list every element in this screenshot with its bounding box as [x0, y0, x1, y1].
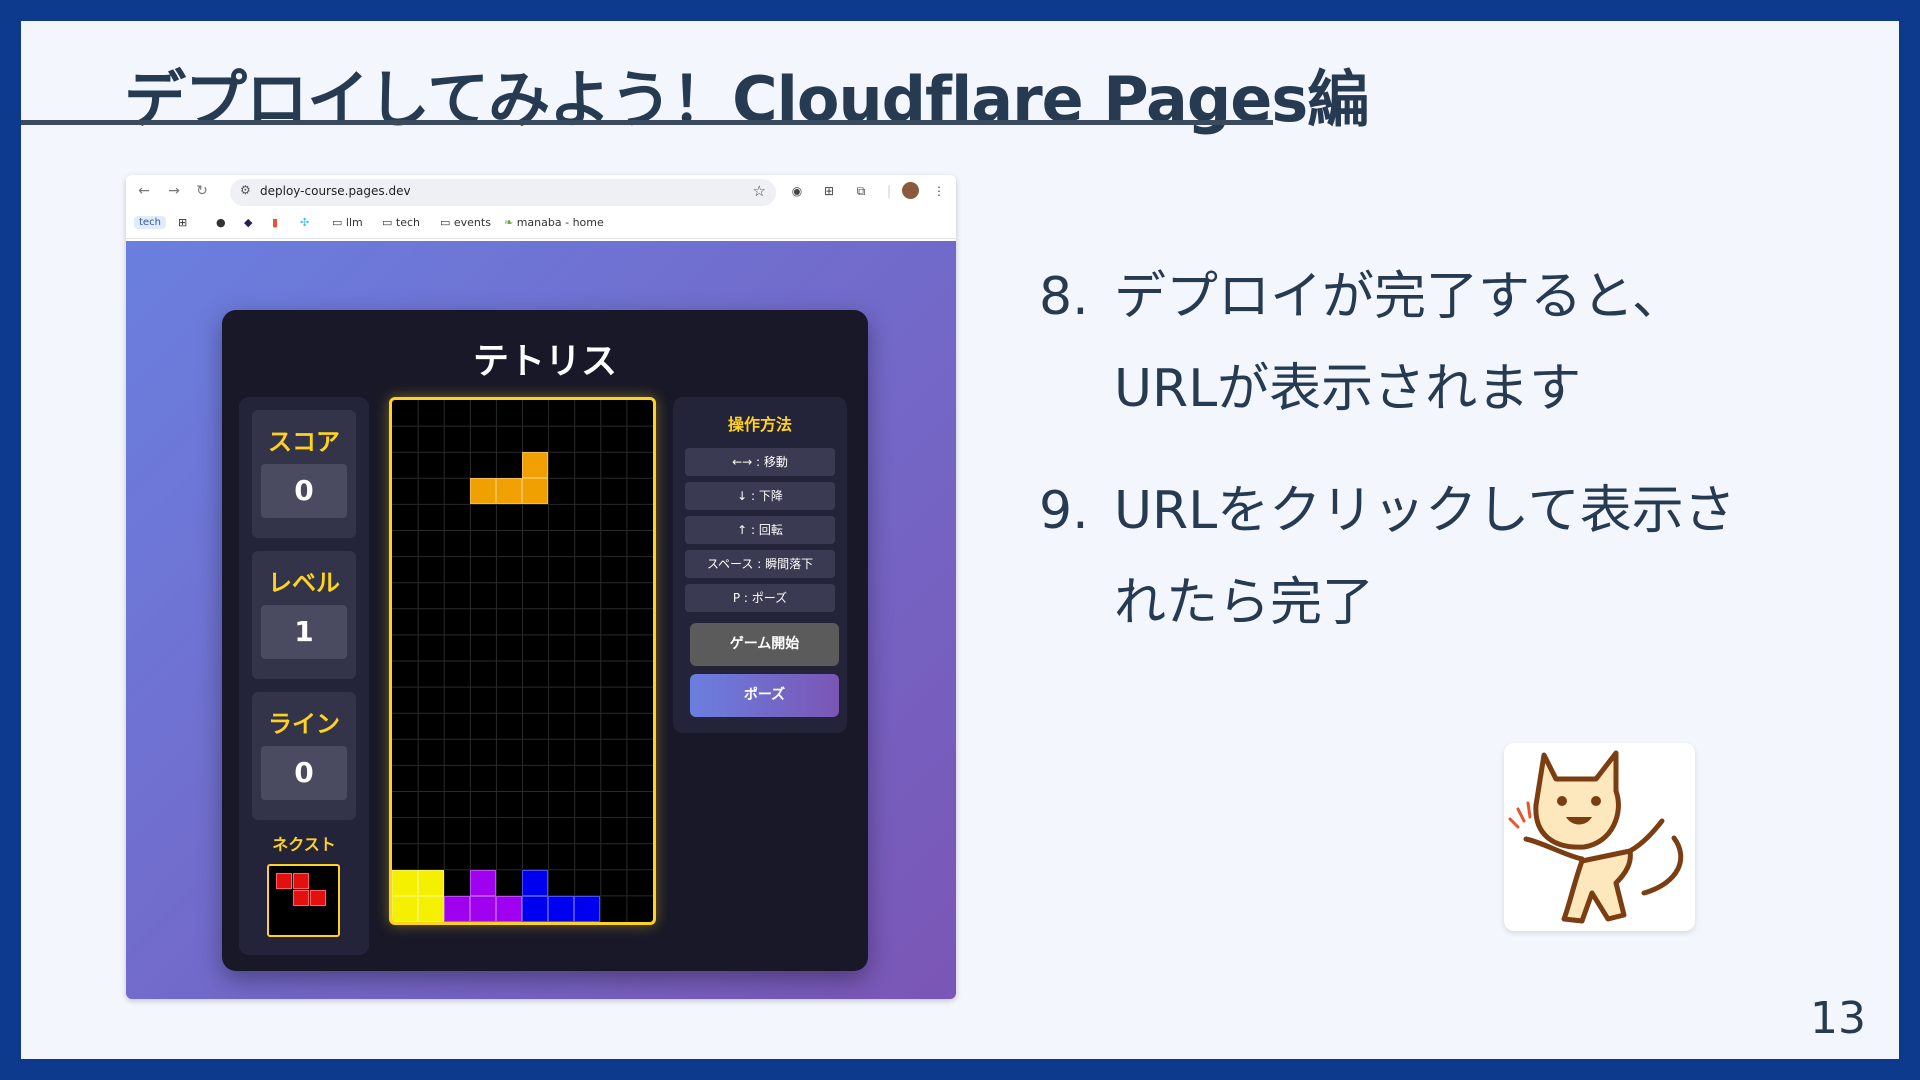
- slide-title: デプロイしてみよう！Cloudflare Pages編: [124, 63, 1369, 136]
- locked-block: [470, 870, 496, 896]
- bookmark-folder-events[interactable]: ▭ events: [440, 216, 491, 229]
- locked-block: [496, 896, 522, 922]
- control-pause: P : ポーズ: [685, 584, 835, 612]
- forward-icon[interactable]: →: [164, 181, 184, 201]
- slide: デプロイしてみよう！Cloudflare Pages編 ← → ↻ ⚙ depl…: [21, 21, 1899, 1059]
- locked-block: [418, 870, 444, 896]
- bookmarks-bar: tech ⊞ ● ◆ ▮ ✣ ▭ llm ▭ tech ▭ events ❧ m…: [126, 209, 956, 239]
- next-label: ネクスト: [272, 835, 336, 854]
- level-value: 1: [261, 605, 347, 659]
- step-text: URLをクリックして表示さ: [1114, 481, 1736, 541]
- bookmark-star-icon[interactable]: ☆: [753, 182, 766, 200]
- apps-grid-icon[interactable]: ⊞: [178, 216, 187, 229]
- locked-block: [522, 870, 548, 896]
- bookmark-folder-llm[interactable]: ▭ llm: [332, 216, 363, 229]
- slack-icon[interactable]: ✣: [300, 216, 309, 229]
- game-title: テトリス: [472, 341, 617, 382]
- step-text: デプロイが完了すると、: [1114, 267, 1684, 327]
- locked-block: [392, 870, 418, 896]
- title-underline: [21, 120, 1273, 125]
- step-number: 8.: [1039, 267, 1089, 327]
- more-menu-icon[interactable]: ⋮: [930, 182, 948, 200]
- web-page: テトリス スコア 0 レベル 1 ライン 0 ネクスト 操作方法 ←→: 移動…: [126, 241, 956, 999]
- falling-piece-cell: [522, 452, 548, 478]
- locked-block: [522, 896, 548, 922]
- locked-block: [392, 896, 418, 922]
- extensions-puzzle-icon[interactable]: ⧉: [852, 182, 870, 200]
- browser-screenshot: ← → ↻ ⚙ deploy-course.pages.dev ☆ ◉ ⊞ ⧉ …: [126, 175, 956, 999]
- lines-value: 0: [261, 746, 347, 800]
- next-piece-preview: [267, 864, 340, 937]
- browser-toolbar: ← → ↻ ⚙ deploy-course.pages.dev ☆ ◉ ⊞ ⧉ …: [126, 175, 956, 209]
- password-extension-icon[interactable]: ◉: [788, 182, 806, 200]
- control-move: ←→ : 移動: [685, 448, 835, 476]
- translate-extension-icon[interactable]: ⊞: [820, 182, 838, 200]
- url-text: deploy-course.pages.dev: [260, 184, 411, 198]
- locked-block: [418, 896, 444, 922]
- github-icon[interactable]: ●: [216, 216, 226, 229]
- bookmark-label: tech: [395, 216, 420, 229]
- bookmark-tech-badge[interactable]: tech: [134, 216, 166, 229]
- reload-icon[interactable]: ↻: [192, 181, 212, 201]
- control-drop: ↓ : 下降: [685, 482, 835, 510]
- page-number: 13: [1810, 993, 1866, 1044]
- score-box: スコア 0: [252, 410, 356, 538]
- address-bar[interactable]: ⚙ deploy-course.pages.dev ☆: [230, 179, 776, 206]
- tetris-board[interactable]: [389, 397, 656, 925]
- falling-piece-cell: [470, 478, 496, 504]
- falling-piece-cell: [496, 478, 522, 504]
- pause-button[interactable]: ポーズ: [690, 674, 839, 717]
- lines-label: ライン: [268, 710, 340, 738]
- cat-illustration: [1504, 743, 1695, 931]
- score-value: 0: [261, 464, 347, 518]
- locked-block: [470, 896, 496, 922]
- step-text: URLが表示されます: [1114, 359, 1582, 419]
- next-piece-cell: [293, 890, 309, 906]
- back-icon[interactable]: ←: [134, 181, 154, 201]
- locked-block: [444, 896, 470, 922]
- start-game-button[interactable]: ゲーム開始: [690, 623, 839, 666]
- next-piece-cell: [293, 873, 309, 889]
- lines-box: ライン 0: [252, 692, 356, 820]
- bookmark-label: llm: [345, 216, 363, 229]
- profile-avatar[interactable]: [902, 182, 919, 199]
- bookmark-label: events: [453, 216, 491, 229]
- manaba-icon: ❧: [504, 216, 514, 229]
- figma-icon[interactable]: ▮: [272, 216, 278, 229]
- tetris-container: テトリス スコア 0 レベル 1 ライン 0 ネクスト 操作方法 ←→: 移動…: [222, 310, 868, 971]
- toolbar-divider: |: [886, 184, 892, 198]
- next-piece-cell: [310, 890, 326, 906]
- bookmark-folder-tech[interactable]: ▭ tech: [382, 216, 420, 229]
- control-rotate: ↑ : 回転: [685, 516, 835, 544]
- bookmark-label: manaba - home: [516, 216, 604, 229]
- locked-block: [548, 896, 574, 922]
- next-piece-cell: [276, 873, 292, 889]
- falling-piece-cell: [522, 478, 548, 504]
- step-text: れたら完了: [1114, 573, 1375, 633]
- controls-title: 操作方法: [727, 415, 792, 434]
- control-hard-drop: スペース : 瞬間落下: [685, 550, 835, 578]
- site-info-icon[interactable]: ⚙: [240, 183, 251, 197]
- cat-pointing-icon: [1508, 750, 1684, 924]
- score-label: スコア: [268, 428, 340, 456]
- codesandbox-icon[interactable]: ◆: [244, 216, 252, 229]
- level-label: レベル: [268, 569, 340, 597]
- step-number: 9.: [1039, 481, 1089, 541]
- controls-panel: 操作方法 ←→ : 移動 ↓ : 下降 ↑ : 回転 スペース : 瞬間落下 P…: [673, 397, 847, 733]
- locked-block: [574, 896, 600, 922]
- bookmark-manaba[interactable]: ❧ manaba - home: [504, 216, 604, 229]
- level-box: レベル 1: [252, 551, 356, 679]
- stats-panel: スコア 0 レベル 1 ライン 0 ネクスト: [239, 397, 369, 955]
